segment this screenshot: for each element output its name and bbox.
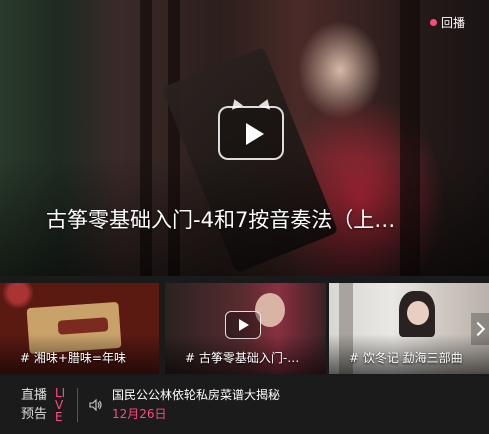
live-preview-date: 12月26日 [112,407,167,421]
hero-play-button[interactable] [218,97,284,160]
play-button-ears [228,97,274,110]
thumbnail-row: # 湘味+腊味=年味 # 古筝零基础入门-… # 饮冬记 勐海三部曲 [0,283,489,374]
live-preview-title[interactable]: 国民公公林依轮私房菜谱大揭秘 [112,386,280,403]
live-preview-bar[interactable]: 直播 预告 LIVE 国民公公林依轮私房菜谱大揭秘 12月26日 [0,376,489,434]
live-text: LIVE [55,386,66,424]
next-button[interactable] [470,313,489,345]
person-face-image [407,301,429,325]
replay-badge-label: 回播 [440,16,465,30]
divider [77,388,78,422]
live-preview-label: 直播 预告 [21,386,51,424]
live-preview-label-line2: 预告 [21,407,48,422]
play-button-ear [228,97,244,110]
thumbnail-caption: # 湘味+腊味=年味 [20,351,126,365]
thumbnail-caption: # 古筝零基础入门-… [185,351,300,365]
chevron-right-icon [470,321,486,337]
play-icon [239,319,249,331]
thumbnail-caption: # 饮冬记 勐海三部曲 [349,351,463,365]
speaker-icon [89,399,102,411]
play-button-ear [258,97,274,110]
thumbnail-card[interactable]: # 湘味+腊味=年味 [0,283,159,374]
hero-title[interactable]: 古筝零基础入门-4和7按音奏法（上… [46,204,456,234]
live-preview-label-line1: 直播 [21,388,48,403]
thumbnail-card[interactable]: # 古筝零基础入门-… [165,283,326,374]
hero-video[interactable]: 回播 古筝零基础入门-4和7按音奏法（上… [0,0,489,276]
play-icon [246,123,264,145]
thumbnail-card[interactable]: # 饮冬记 勐海三部曲 [329,283,489,374]
replay-dot-icon [429,19,437,26]
replay-badge: 回播 [429,14,465,31]
